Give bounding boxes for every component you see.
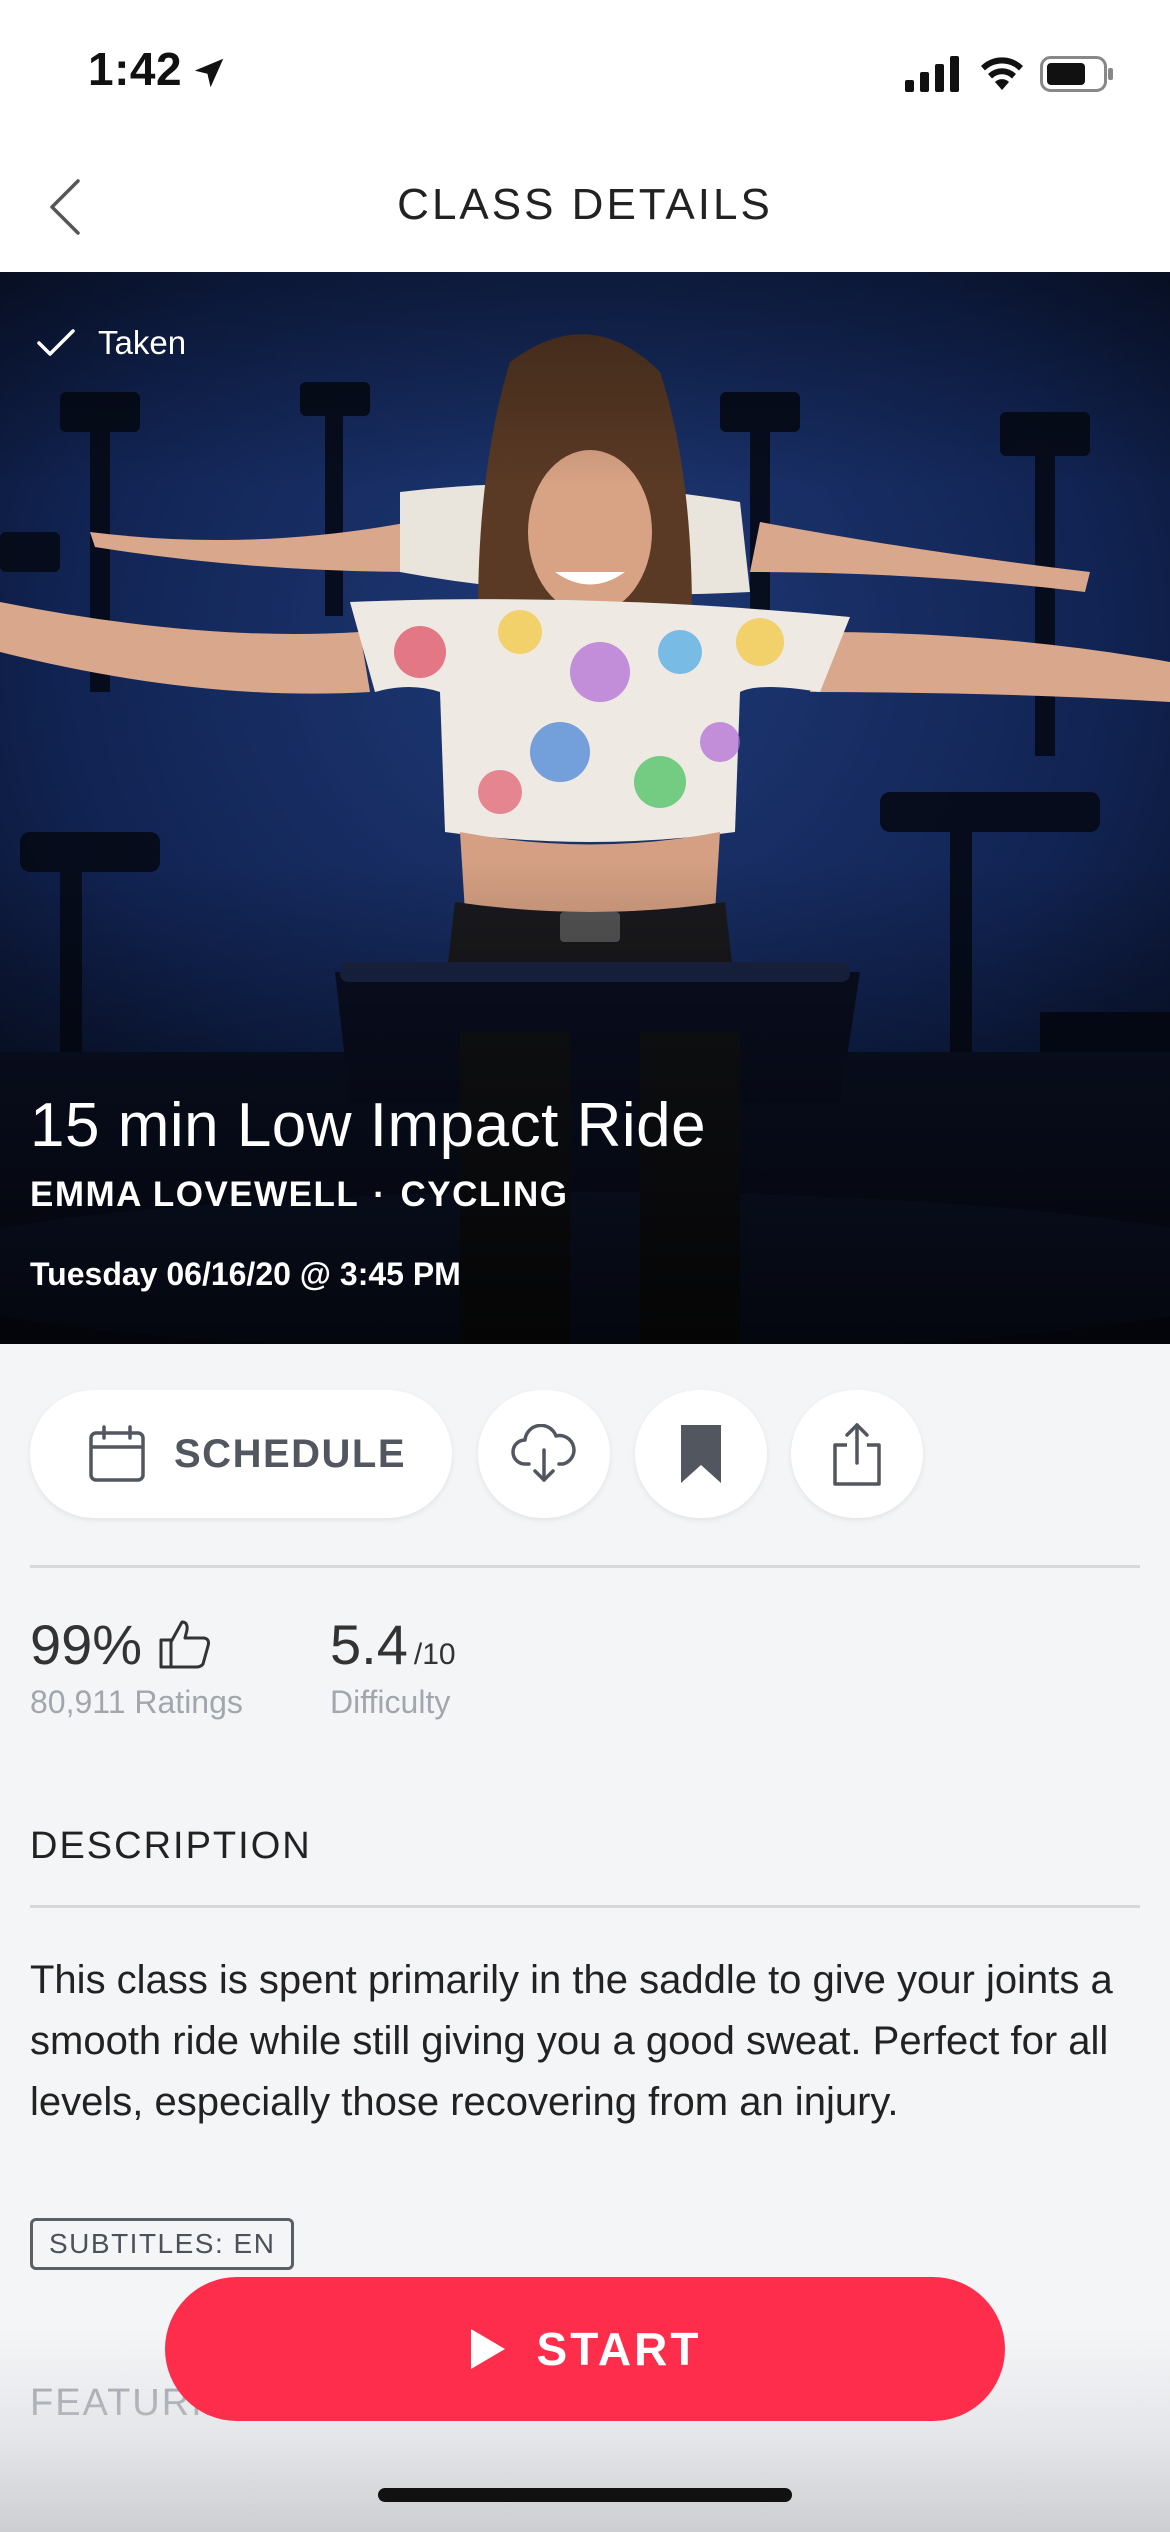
- thumbs-up-icon: [159, 1620, 210, 1669]
- rating-stat: 99%: [30, 1612, 212, 1677]
- checkmark-icon: [37, 329, 75, 356]
- download-cloud-icon: [511, 1424, 576, 1482]
- status-bar: 1:42: [0, 0, 1170, 150]
- class-category: CYCLING: [400, 1175, 569, 1214]
- schedule-button[interactable]: SCHEDULE: [30, 1390, 452, 1518]
- class-date: Tuesday 06/16/20 @ 3:45 PM: [30, 1256, 461, 1292]
- schedule-label: SCHEDULE: [174, 1431, 407, 1476]
- difficulty-value: 5.4: [330, 1613, 408, 1676]
- difficulty-scale: /10: [413, 1638, 456, 1671]
- download-button[interactable]: [478, 1390, 610, 1518]
- status-time: 1:42: [88, 43, 183, 95]
- wifi-icon: [981, 57, 1023, 90]
- battery-icon: [1040, 56, 1113, 92]
- play-icon: [470, 2329, 505, 2369]
- instructor-name[interactable]: EMMA LOVEWELL: [30, 1175, 359, 1214]
- bookmark-icon: [681, 1425, 721, 1483]
- divider: [30, 1565, 1140, 1568]
- rating-percent: 99%: [30, 1613, 143, 1676]
- start-button[interactable]: START: [165, 2277, 1005, 2421]
- bookmark-button[interactable]: [635, 1390, 767, 1518]
- start-label: START: [536, 2323, 702, 2375]
- taken-badge: Taken: [36, 324, 186, 362]
- home-indicator: [378, 2488, 792, 2502]
- class-title: 15 min Low Impact Ride: [30, 1091, 707, 1160]
- share-icon: [833, 1423, 881, 1486]
- class-meta: EMMA LOVEWELL · CYCLING: [30, 1175, 568, 1215]
- taken-label: Taken: [98, 324, 187, 361]
- ratings-count: 80,911 Ratings: [30, 1684, 243, 1720]
- subtitles-badge: SUBTITLES: EN: [30, 2218, 295, 2270]
- share-button[interactable]: [791, 1390, 923, 1518]
- location-arrow-icon: [194, 58, 224, 88]
- nav-header: CLASS DETAILS: [0, 150, 1170, 272]
- description-text: This class is spent primarily in the sad…: [30, 1958, 1113, 2124]
- divider: [30, 1905, 1140, 1908]
- calendar-icon: [89, 1425, 145, 1482]
- meta-separator: ·: [373, 1175, 387, 1214]
- difficulty-label: Difficulty: [330, 1684, 451, 1720]
- cellular-signal-icon: [905, 56, 959, 92]
- difficulty-stat: 5.4/10: [330, 1612, 456, 1677]
- page-title: CLASS DETAILS: [397, 180, 773, 229]
- description-heading: DESCRIPTION: [30, 1825, 312, 1867]
